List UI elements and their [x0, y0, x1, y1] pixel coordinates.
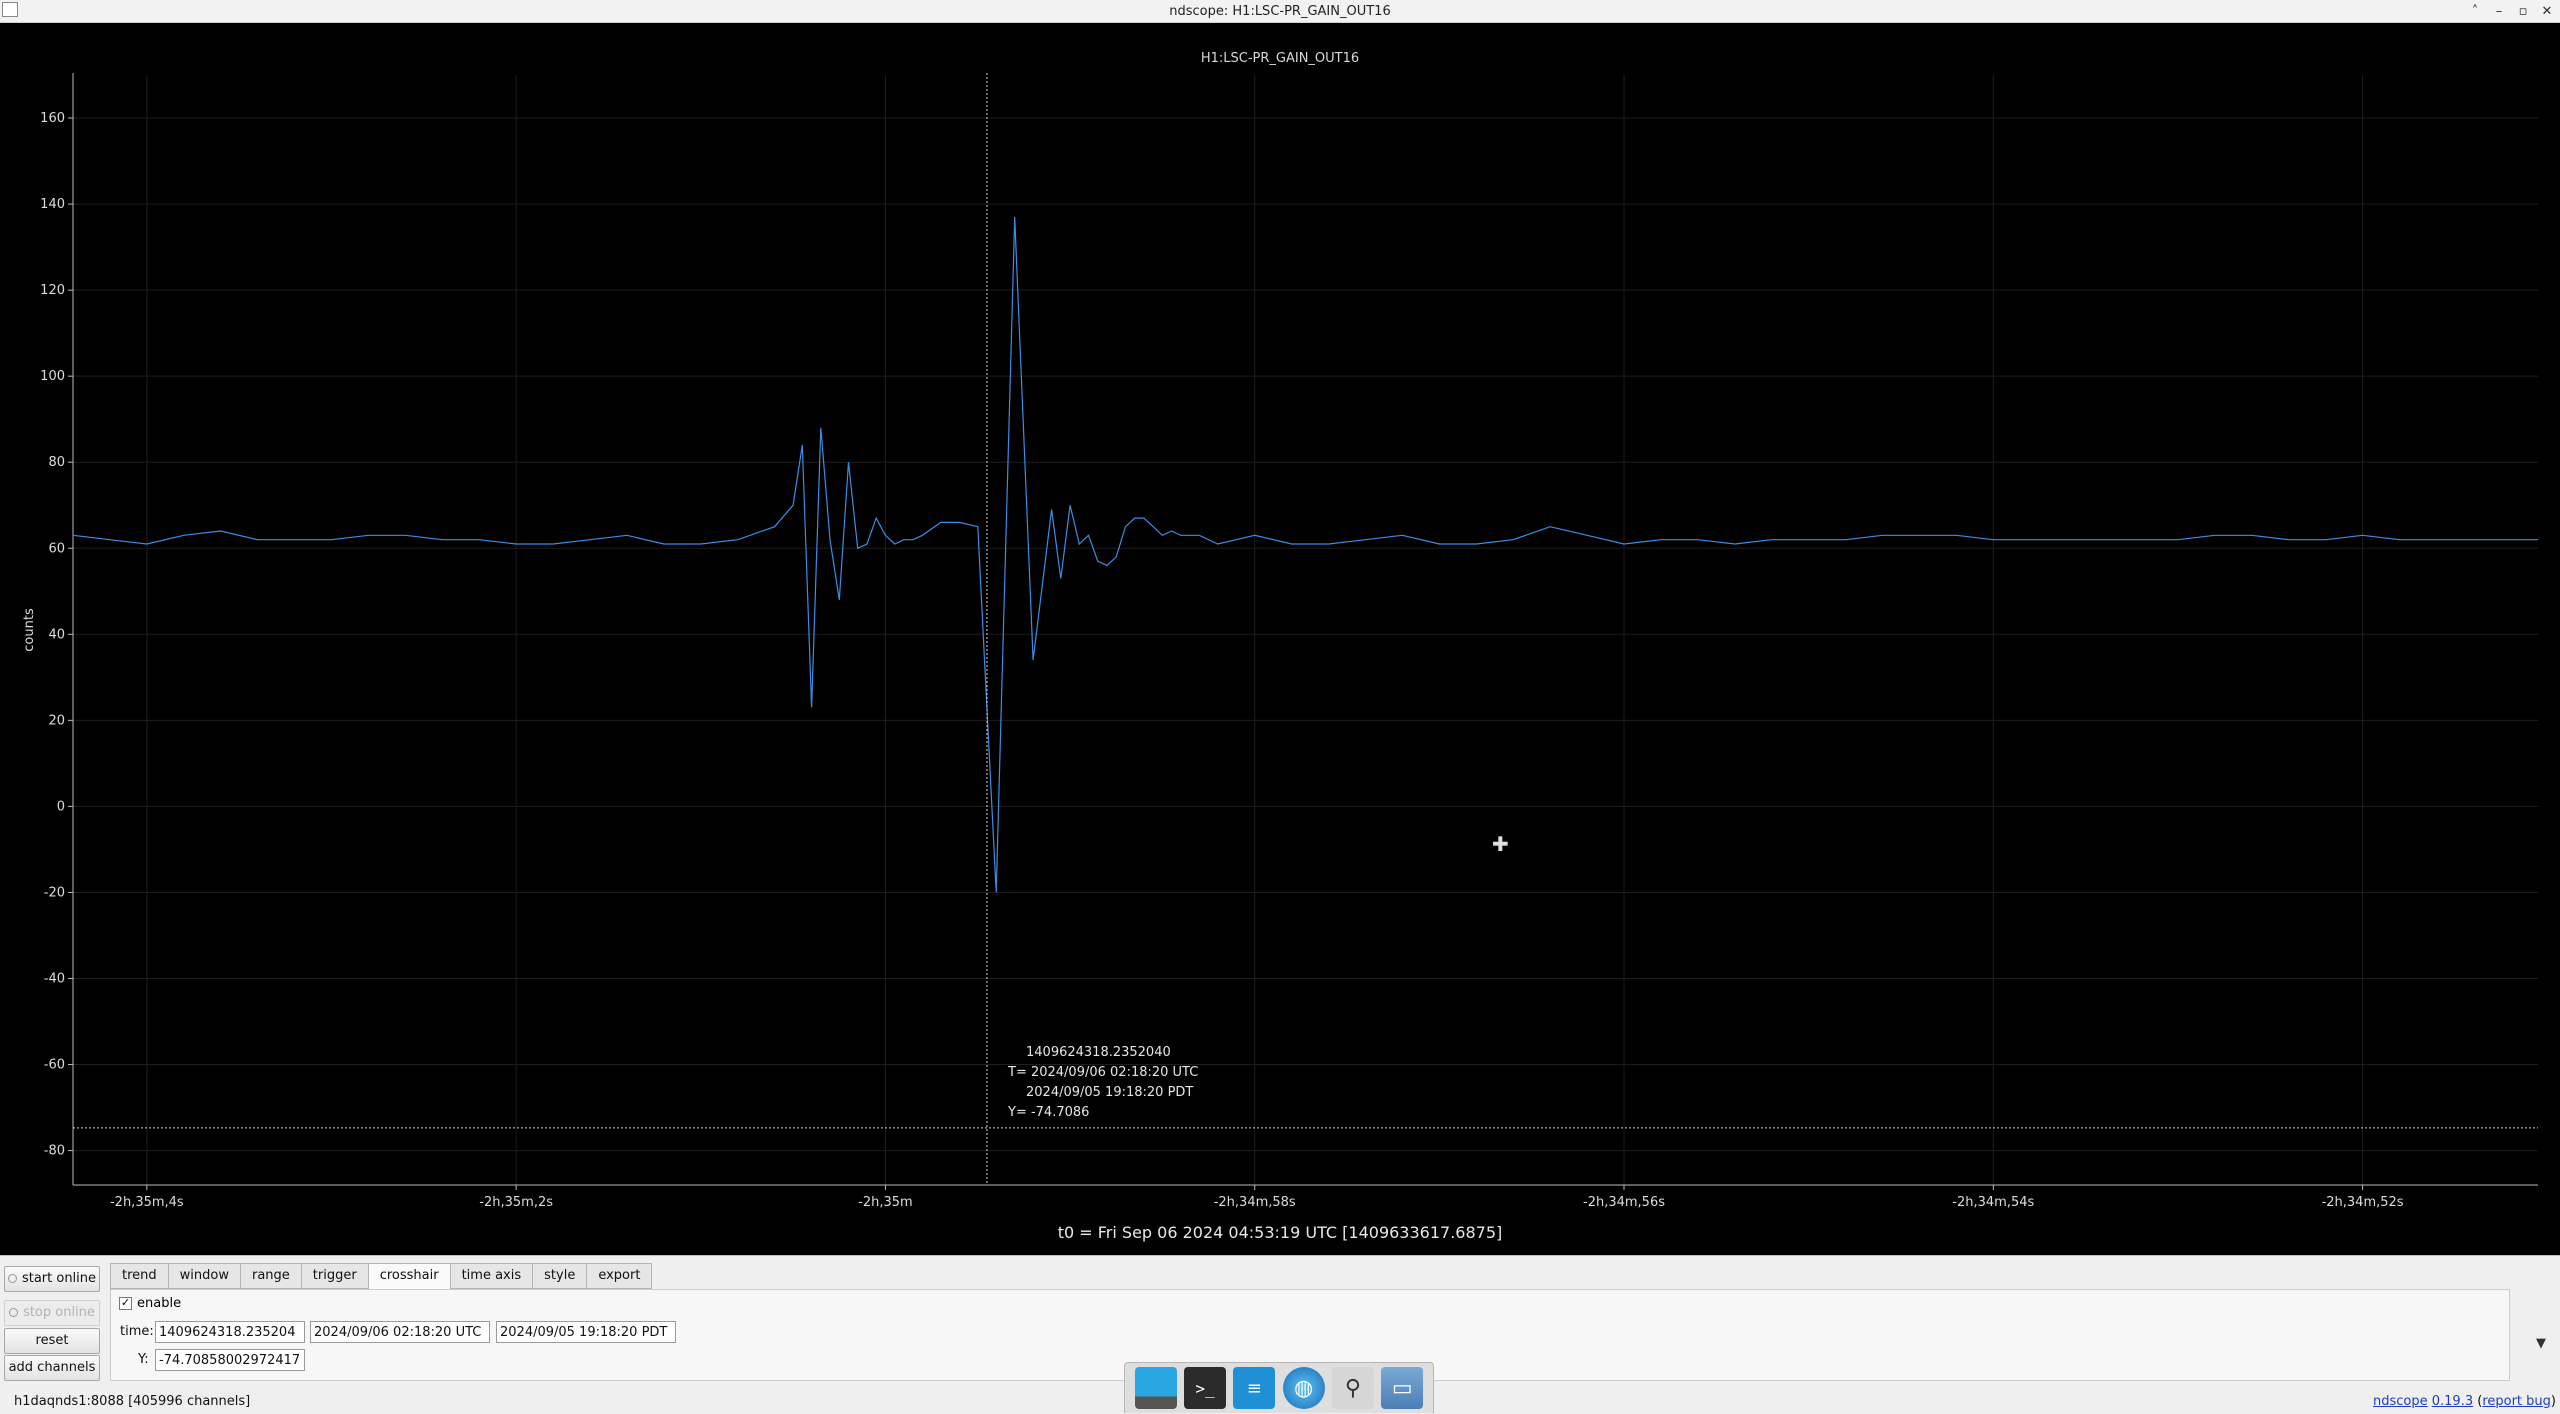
time-utc-field[interactable] [310, 1321, 490, 1343]
readout-gps: 1409624318.2352040 [1026, 1045, 1171, 1060]
y-tick-label: 120 [40, 283, 65, 298]
readout-utc: T= 2024/09/06 02:18:20 UTC [1008, 1065, 1199, 1080]
stop-online-label: stop online [23, 1305, 95, 1320]
y-label: Y: [138, 1352, 149, 1367]
start-online-button[interactable]: start online [4, 1266, 100, 1292]
radio-indicator-icon [7, 1274, 17, 1283]
web-browser-icon[interactable]: ◍ [1282, 1367, 1325, 1409]
x-tick-label: -2h,35m,2s [479, 1195, 553, 1210]
y-value-field[interactable] [155, 1349, 305, 1371]
y-tick-label: -80 [44, 1144, 65, 1159]
window-title: ndscope: H1:LSC-PR_GAIN_OUT16 [1169, 3, 1391, 19]
y-tick-label: 0 [57, 799, 65, 814]
y-tick-label: -40 [44, 971, 65, 986]
app-icon[interactable] [2, 2, 18, 17]
tab-trigger[interactable]: trigger [300, 1263, 368, 1289]
close-button[interactable]: ✕ [2540, 4, 2554, 19]
y-tick-label: 140 [40, 197, 65, 212]
terminal-icon[interactable]: >_ [1183, 1367, 1226, 1409]
y-axis-label: counts [22, 608, 37, 652]
tab-bar: trend window range trigger crosshair tim… [110, 1263, 653, 1290]
tab-export[interactable]: export [586, 1263, 653, 1289]
x-tick-label: -2h,35m,4s [110, 1195, 184, 1210]
shade-button[interactable]: ˄ [2468, 4, 2482, 19]
y-tick-label: -60 [44, 1058, 65, 1073]
x-tick-label: -2h,35m [858, 1195, 913, 1210]
version-status: ndscope 0.19.3 (report bug) [2372, 1394, 2556, 1409]
start-online-label: start online [21, 1271, 97, 1286]
x-tick-label: -2h,34m,56s [1583, 1195, 1665, 1210]
server-status: h1daqnds1:8088 [405996 channels] [14, 1394, 251, 1409]
text-editor-icon[interactable]: ≡ [1233, 1367, 1276, 1409]
t0-label: t0 = Fri Sep 06 2024 04:53:19 UTC [14096… [1057, 1223, 1503, 1242]
crosshair-readout: 1409624318.2352040 T= 2024/09/06 02:18:2… [1008, 1043, 1198, 1123]
radio-indicator-icon [9, 1308, 19, 1317]
readout-y: Y= -74.7086 [1008, 1105, 1090, 1120]
version-link[interactable]: 0.19.3 [2432, 1394, 2473, 1409]
tab-crosshair[interactable]: crosshair [367, 1263, 450, 1290]
tab-time-axis[interactable]: time axis [449, 1263, 533, 1289]
mouse-cursor-icon: ✚ [1492, 832, 1509, 856]
minimize-button[interactable]: – [2492, 4, 2506, 19]
y-tick-label: 160 [40, 111, 65, 126]
ndscope-link[interactable]: ndscope [2373, 1394, 2428, 1409]
plot-area[interactable]: H1:LSC-PR_GAIN_OUT16 160 140 120 100 80 60 40 2… [0, 23, 2560, 1255]
tab-style[interactable]: style [532, 1263, 587, 1289]
file-manager-icon[interactable]: ▭ [1381, 1367, 1424, 1409]
enable-checkbox[interactable]: ✓ [119, 1297, 132, 1310]
maximize-button[interactable]: ▫ [2516, 4, 2530, 19]
stop-online-button: stop online [4, 1300, 100, 1326]
collapse-arrow-icon[interactable]: ▼ [2536, 1336, 2546, 1351]
y-tick-label: 80 [48, 455, 65, 470]
x-tick-label: -2h,34m,52s [2322, 1195, 2404, 1210]
window-titlebar: ndscope: H1:LSC-PR_GAIN_OUT16 ˄ – ▫ ✕ [0, 0, 2560, 23]
search-icon[interactable]: ⚲ [1331, 1367, 1374, 1409]
desktop-icon[interactable] [1134, 1367, 1177, 1409]
readout-pdt: 2024/09/05 19:18:20 PDT [1026, 1085, 1194, 1100]
tab-window[interactable]: window [167, 1263, 240, 1289]
enable-row[interactable]: ✓ enable [119, 1296, 181, 1311]
reset-button[interactable]: reset [4, 1328, 100, 1354]
time-pdt-field[interactable] [496, 1321, 676, 1343]
time-series-chart[interactable]: 160 140 120 100 80 60 40 20 0 -20 -40 -60 -80 -2h,35m… [0, 23, 2560, 1255]
y-tick-label: 60 [48, 541, 65, 556]
add-channels-button[interactable]: add channels [4, 1355, 100, 1381]
y-tick-label: -20 [44, 885, 65, 900]
taskbar-dock: >_ ≡ ◍ ⚲ ▭ [1124, 1362, 1434, 1413]
series-line [72, 216, 2538, 893]
time-label: time: [120, 1324, 154, 1339]
y-tick-label: 40 [48, 627, 65, 642]
tab-range[interactable]: range [239, 1263, 301, 1289]
y-tick-label: 20 [48, 713, 65, 728]
enable-label: enable [137, 1296, 182, 1311]
report-bug-link[interactable]: report bug [2482, 1394, 2551, 1409]
x-tick-label: -2h,34m,54s [1952, 1195, 2034, 1210]
x-tick-label: -2h,34m,58s [1214, 1195, 1296, 1210]
tab-trend[interactable]: trend [110, 1263, 168, 1289]
y-tick-label: 100 [40, 369, 65, 384]
time-gps-field[interactable] [155, 1321, 305, 1343]
